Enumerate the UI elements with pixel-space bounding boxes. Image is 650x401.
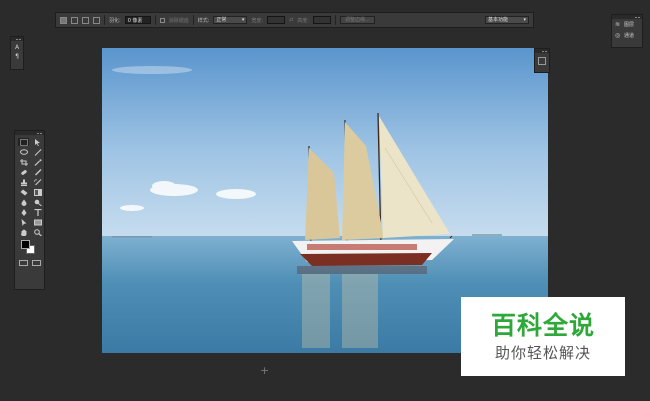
- plus-icon: +: [260, 364, 270, 377]
- channels-icon: ◎: [615, 31, 621, 39]
- width-label: 宽度:: [251, 17, 264, 24]
- width-input[interactable]: [267, 16, 286, 24]
- eyedropper-icon[interactable]: [32, 158, 43, 166]
- eraser-icon[interactable]: [18, 188, 29, 196]
- height-label: 高度:: [297, 17, 309, 24]
- history-panel-icon[interactable]: [538, 57, 546, 65]
- panel-item-layers[interactable]: ≋ 图层: [612, 19, 642, 30]
- move-icon[interactable]: [32, 138, 43, 146]
- workspace-select[interactable]: 基本功能 ▾: [485, 16, 529, 24]
- chevron-down-icon: ▾: [241, 16, 245, 23]
- character-panel-icon[interactable]: A: [13, 44, 21, 52]
- divider: [154, 15, 156, 25]
- antialias-label: 消除锯齿: [168, 17, 189, 24]
- height-input[interactable]: [312, 16, 331, 24]
- pen-icon[interactable]: [18, 208, 29, 216]
- style-select[interactable]: 正常 ▾: [213, 16, 248, 24]
- lasso-icon[interactable]: [18, 148, 29, 156]
- refine-edge-button[interactable]: 调整边缘...: [339, 16, 375, 24]
- toolbox: [14, 130, 45, 290]
- watermark: 百科全说 助你轻松解决: [461, 297, 625, 376]
- dodge-icon[interactable]: [32, 198, 43, 206]
- feather-input[interactable]: 0 像素: [124, 16, 151, 24]
- layers-icon: ≋: [615, 20, 621, 28]
- blur-icon[interactable]: [18, 198, 29, 206]
- hand-icon[interactable]: [18, 228, 29, 236]
- divider: [334, 15, 336, 25]
- history-brush-icon[interactable]: [32, 178, 43, 186]
- tool-grid: [15, 135, 44, 236]
- rectangle-icon[interactable]: [32, 218, 43, 226]
- magic-wand-icon[interactable]: [32, 148, 43, 156]
- clone-stamp-icon[interactable]: [18, 178, 29, 186]
- brush-icon[interactable]: [32, 168, 43, 176]
- panel-item-channels[interactable]: ◎ 通道: [612, 30, 642, 41]
- add-selection-icon[interactable]: [71, 16, 78, 24]
- divider: [192, 15, 194, 25]
- paragraph-panel-icon[interactable]: ¶: [13, 53, 21, 61]
- style-value: 正常: [216, 16, 227, 23]
- divider: [104, 15, 105, 25]
- panel-item-label: 图层: [624, 22, 635, 28]
- gradient-icon[interactable]: [32, 188, 43, 196]
- panel-header[interactable]: [11, 37, 23, 41]
- options-bar: 羽化: 0 像素 消除锯齿 样式: 正常 ▾ 宽度: ⇄ 高度: 调整边缘...…: [55, 12, 534, 28]
- mini-panel: A ¶: [10, 36, 24, 70]
- style-label: 样式:: [197, 17, 210, 24]
- antialias-checkbox[interactable]: [159, 17, 165, 23]
- screen-mode-icon[interactable]: [32, 260, 41, 266]
- swap-icon[interactable]: ⇄: [289, 17, 293, 23]
- healing-brush-icon[interactable]: [18, 168, 29, 176]
- crop-icon[interactable]: [18, 158, 29, 166]
- panel-item-label: 通道: [624, 33, 635, 39]
- right-panel: ≋ 图层 ◎ 通道: [611, 14, 643, 48]
- toolbox-bottom: [15, 256, 44, 266]
- zoom-icon[interactable]: [32, 228, 43, 236]
- quick-mask-icon[interactable]: [19, 260, 28, 266]
- new-selection-icon[interactable]: [60, 16, 67, 24]
- workspace-value: 基本功能: [488, 16, 509, 23]
- subtract-selection-icon[interactable]: [82, 16, 89, 24]
- panel-header[interactable]: [535, 49, 549, 53]
- foreground-color-swatch[interactable]: [21, 240, 30, 249]
- document-side-panel: [534, 48, 550, 73]
- chevron-down-icon: ▾: [523, 16, 526, 23]
- intersect-selection-icon[interactable]: [93, 16, 100, 24]
- feather-label: 羽化:: [109, 17, 121, 24]
- path-selection-icon[interactable]: [18, 218, 29, 226]
- marquee-icon[interactable]: [18, 138, 29, 146]
- watermark-title: 百科全说: [490, 310, 595, 340]
- type-icon[interactable]: [32, 208, 43, 216]
- color-swatches: [19, 240, 39, 256]
- watermark-subtitle: 助你轻松解决: [494, 343, 591, 362]
